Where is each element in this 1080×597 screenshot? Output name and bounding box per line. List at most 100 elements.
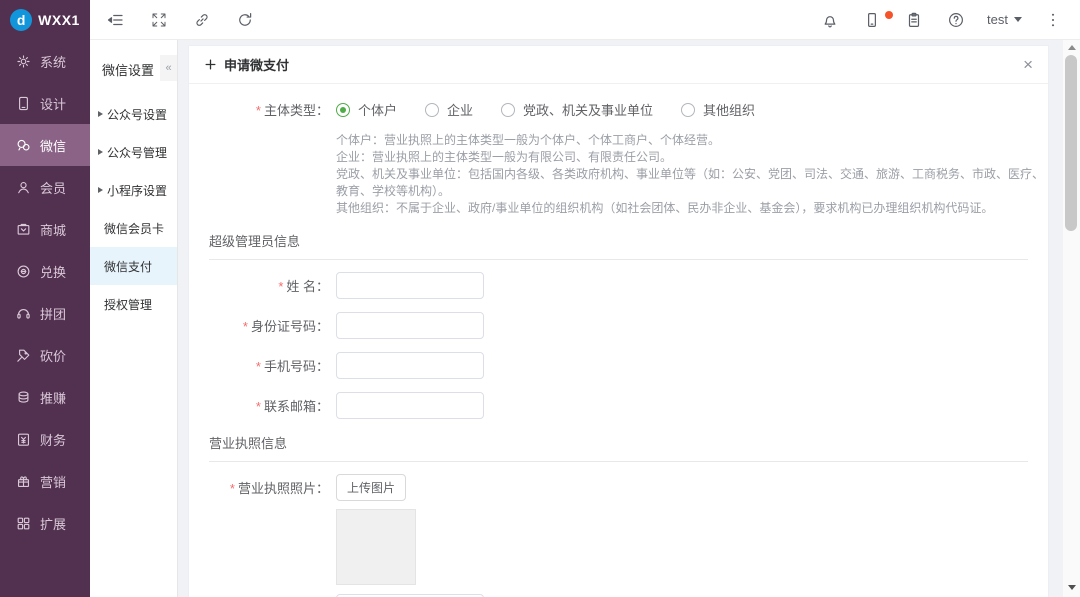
id-number-row: *身份证号码：	[189, 312, 1048, 339]
more-vertical-icon[interactable]	[1042, 9, 1064, 31]
gear-icon	[15, 53, 32, 70]
sidebar-item-label: 会员	[40, 178, 66, 197]
name-row: *姓 名：	[189, 272, 1048, 299]
link-icon[interactable]	[188, 6, 216, 34]
description-line: 个体户：营业执照上的主体类型一般为个体户、个体工商户、个体经营。	[336, 132, 1046, 149]
fullscreen-icon[interactable]	[145, 6, 173, 34]
sidebar-item-design[interactable]: 设计	[0, 82, 90, 124]
form-field-label: *联系邮箱：	[189, 396, 329, 415]
panel-header: 申请微支付 ×	[189, 46, 1048, 84]
description-line: 其他组织：不属于企业、政府/事业单位的组织机构（如社会团体、民办非企业、基金会）…	[336, 200, 1046, 217]
sidebar-item-label: 砍价	[40, 346, 66, 365]
user-dropdown[interactable]: test	[987, 12, 1022, 27]
sidebar-item-label: 拼团	[40, 304, 66, 323]
logo-text: WXX1	[38, 12, 80, 28]
sidebar-item-bargain[interactable]: 砍价	[0, 334, 90, 376]
panel-title: 申请微支付	[224, 55, 289, 74]
submenu-title: 微信设置	[102, 60, 154, 79]
sidebar-item-label: 财务	[40, 430, 66, 449]
radio-icon	[336, 103, 350, 117]
form-field-label: *手机号码：	[189, 356, 329, 375]
submenu-item-label: 公众号设置	[107, 106, 167, 123]
email-row: *联系邮箱：	[189, 392, 1048, 419]
plus-icon	[204, 58, 217, 71]
sidebar-item-label: 营销	[40, 472, 66, 491]
scroll-up-arrow[interactable]	[1063, 40, 1080, 55]
sidebar-item-mall[interactable]: 商城	[0, 208, 90, 250]
license-section-title: 营业执照信息	[209, 433, 1028, 462]
sidebar-item-label: 商城	[40, 220, 66, 239]
bargain-icon	[15, 347, 32, 364]
radio-icon	[681, 103, 695, 117]
email-input[interactable]	[336, 392, 484, 419]
name-input[interactable]	[336, 272, 484, 299]
sidebar-item-finance[interactable]: 财务	[0, 418, 90, 460]
form-field-label: *身份证号码：	[189, 316, 329, 335]
submenu-item[interactable]: 微信支付	[90, 247, 177, 285]
radio-option[interactable]: 企业	[425, 100, 473, 119]
refresh-icon[interactable]	[231, 6, 259, 34]
bell-icon[interactable]	[819, 9, 841, 31]
radio-option-label: 企业	[447, 100, 473, 119]
topbar-left-tools	[102, 6, 259, 34]
chevron-right-icon	[98, 187, 103, 193]
sidebar-item-member[interactable]: 会员	[0, 166, 90, 208]
radio-option-label: 党政、机关及事业单位	[523, 100, 653, 119]
sidebar-item-extension[interactable]: 扩展	[0, 502, 90, 544]
exchange-icon	[15, 263, 32, 280]
sidebar-item-marketing[interactable]: 营销	[0, 460, 90, 502]
mobile-icon[interactable]	[861, 9, 883, 31]
submenu-item[interactable]: 公众号设置	[90, 95, 177, 133]
submenu-item[interactable]: 授权管理	[90, 285, 177, 323]
sidebar-item-exchange[interactable]: 兑换	[0, 250, 90, 292]
design-icon	[15, 95, 32, 112]
primary-sidebar: 系统 设计 微信 会员 商城 兑换 拼团 砍价 推赚 财务 营销 扩展	[0, 40, 90, 597]
radio-option[interactable]: 党政、机关及事业单位	[501, 100, 653, 119]
scrollbar-thumb[interactable]	[1065, 55, 1077, 231]
group-buy-icon	[15, 305, 32, 322]
required-mark: *	[230, 481, 235, 496]
user-label: test	[987, 12, 1008, 27]
description-line: 党政、机关及事业单位：包括国内各级、各类政府机构、事业单位等（如：公安、党团、司…	[336, 166, 1046, 200]
chevron-down-icon	[1014, 17, 1022, 26]
description-line: 企业：营业执照上的主体类型一般为有限公司、有限责任公司。	[336, 149, 1046, 166]
id-number-input[interactable]	[336, 312, 484, 339]
sidebar-item-gear[interactable]: 系统	[0, 40, 90, 82]
mall-icon	[15, 221, 32, 238]
sidebar-item-promote[interactable]: 推赚	[0, 376, 90, 418]
subject-type-label: *主体类型：	[189, 100, 329, 119]
phone-input[interactable]	[336, 352, 484, 379]
submenu-item[interactable]: 公众号管理	[90, 133, 177, 171]
form-field-label: *姓 名：	[189, 276, 329, 295]
scroll-down-arrow[interactable]	[1063, 580, 1080, 595]
clipboard-icon[interactable]	[903, 9, 925, 31]
submenu-item-label: 微信支付	[104, 258, 152, 275]
subject-type-radio-group: 个体户 企业 党政、机关及事业单位 其他组织	[336, 100, 783, 119]
collapse-sidebar-button[interactable]: «	[160, 55, 177, 81]
notification-dot	[885, 11, 893, 19]
extension-icon	[15, 515, 32, 532]
chevron-right-icon	[98, 111, 103, 117]
arrow-down-icon	[1068, 585, 1076, 594]
finance-icon	[15, 431, 32, 448]
radio-option[interactable]: 个体户	[336, 100, 397, 119]
upload-image-button[interactable]: 上传图片	[336, 474, 406, 501]
license-section-body: *营业执照照片： 上传图片 *注册号/统一社会信用	[189, 462, 1048, 597]
subject-type-descriptions: 个体户：营业执照上的主体类型一般为个体户、个体工商户、个体经营。企业：营业执照上…	[336, 132, 1046, 217]
sidebar-item-wechat[interactable]: 微信	[0, 124, 90, 166]
submenu-item[interactable]: 小程序设置	[90, 171, 177, 209]
submenu-item-label: 授权管理	[104, 296, 152, 313]
license-photo-label: *营业执照照片：	[189, 478, 329, 497]
apply-wepay-panel: 申请微支付 × *主体类型： 个体户 企业 党政、机关及事业单位 其他组织 个体…	[188, 45, 1049, 597]
phone-row: *手机号码：	[189, 352, 1048, 379]
topbar-right-tools: test	[819, 9, 1080, 31]
main-area: 申请微支付 × *主体类型： 个体户 企业 党政、机关及事业单位 其他组织 个体…	[179, 40, 1080, 597]
help-icon[interactable]	[945, 9, 967, 31]
collapse-menu-icon[interactable]	[102, 6, 130, 34]
app-logo[interactable]: d WXX1	[0, 0, 90, 40]
radio-option[interactable]: 其他组织	[681, 100, 755, 119]
license-photo-row: *营业执照照片： 上传图片	[189, 474, 1048, 501]
sidebar-item-group-buy[interactable]: 拼团	[0, 292, 90, 334]
submenu-item[interactable]: 微信会员卡	[90, 209, 177, 247]
close-icon[interactable]: ×	[1023, 56, 1033, 73]
